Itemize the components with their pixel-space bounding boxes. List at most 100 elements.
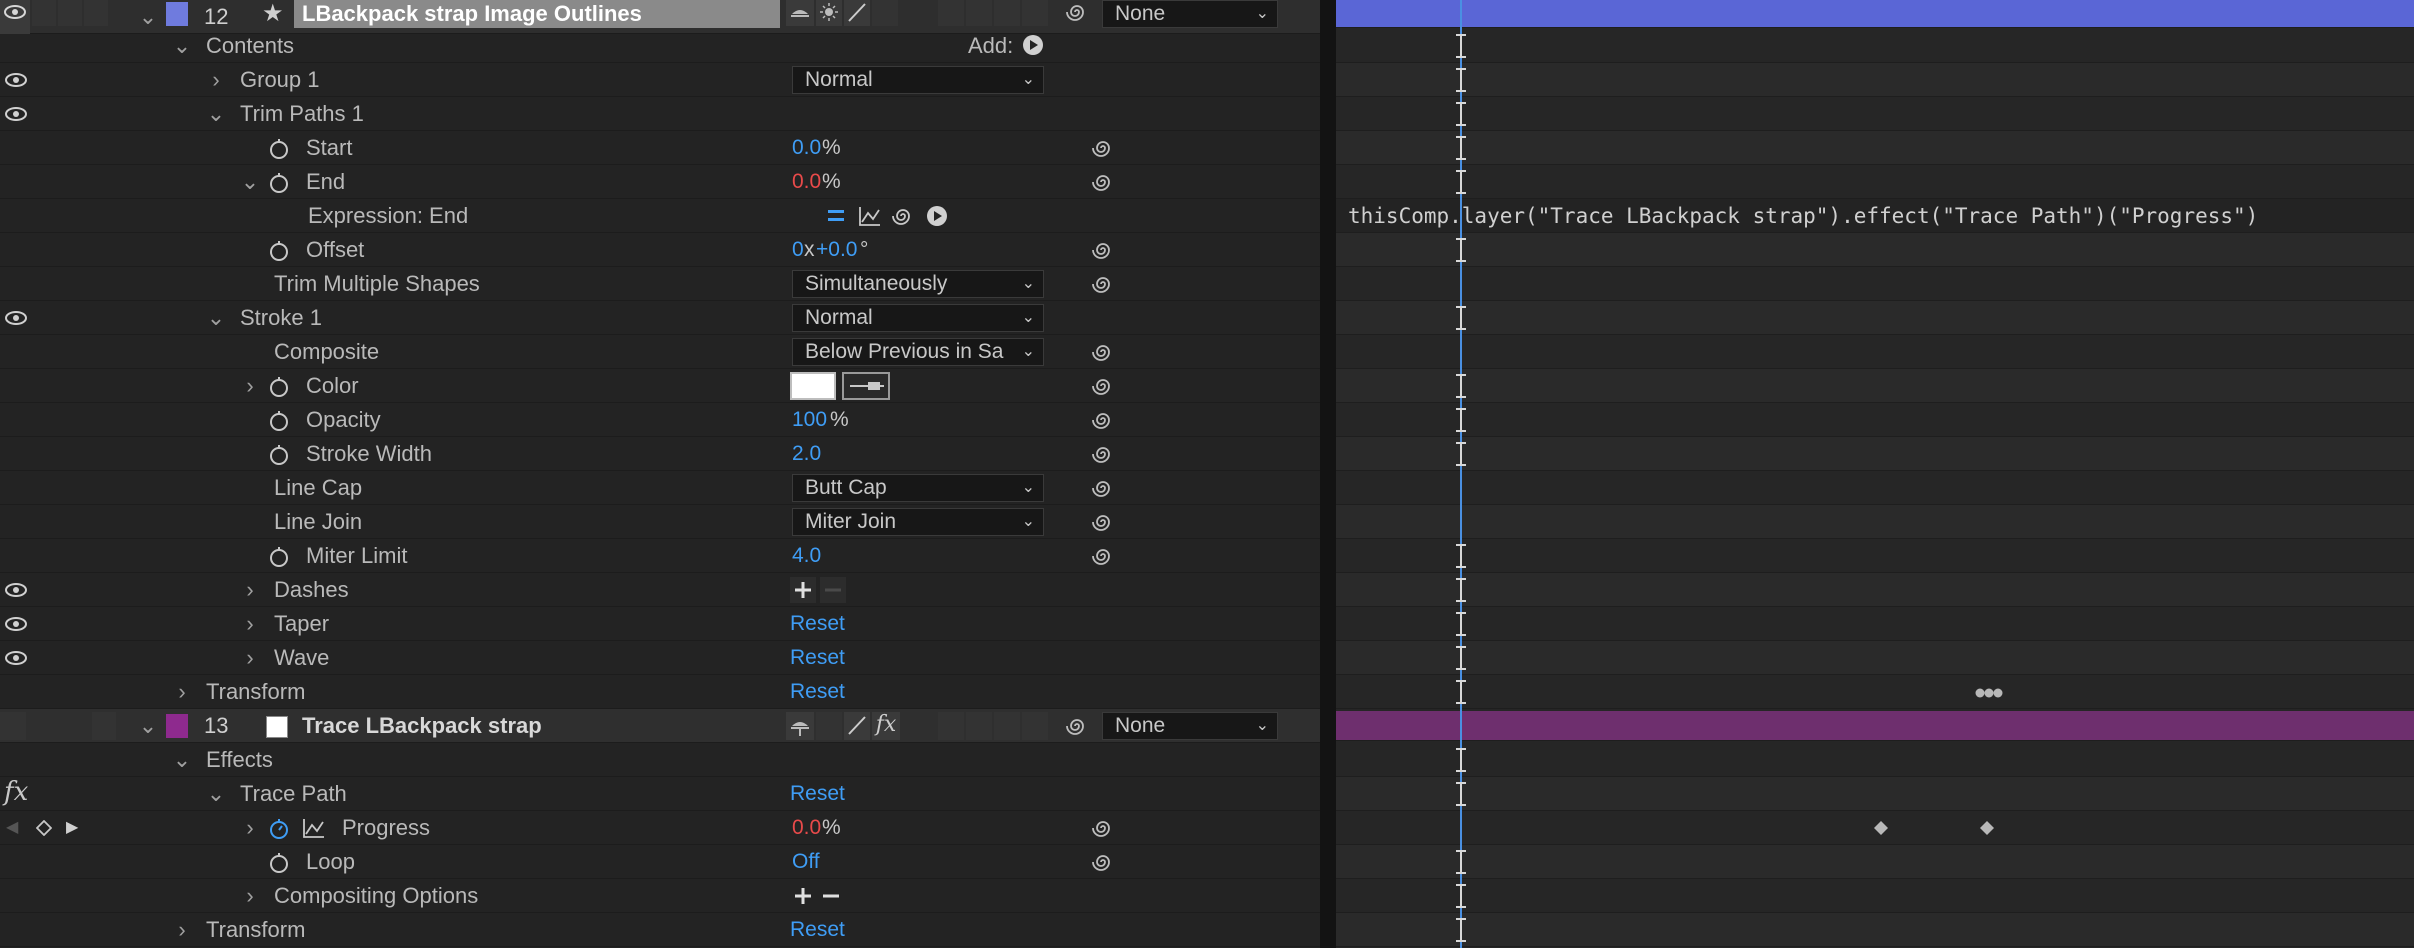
collapse-switch[interactable] [816, 712, 842, 740]
chevron-down-icon[interactable]: ⌄ [172, 29, 192, 63]
chevron-right-icon[interactable]: › [240, 811, 260, 845]
start-row[interactable]: Start 0.0 % [0, 131, 1320, 165]
loop-value[interactable]: Off [792, 845, 820, 879]
graph-editor-icon[interactable] [302, 817, 326, 839]
expression-enable-icon[interactable] [826, 207, 846, 225]
layer-row-13[interactable]: ⌄ 13 Trace LBackpack strap fx None ⌄ [0, 709, 1320, 743]
quality-slash-icon[interactable] [844, 712, 870, 740]
pickwhip-spiral-icon[interactable] [1090, 406, 1116, 434]
chevron-down-icon[interactable]: ⌄ [240, 165, 260, 199]
transform-reset-link[interactable]: Reset [790, 913, 845, 947]
pickwhip-spiral-icon[interactable] [1090, 270, 1116, 298]
offset-row[interactable]: Offset 0 x +0.0 ° [0, 233, 1320, 267]
miter-limit-row[interactable]: Miter Limit 4.0 [0, 539, 1320, 573]
stopwatch-icon[interactable] [268, 546, 290, 568]
group1-blend-dropdown[interactable]: Normal ⌄ [792, 66, 1044, 94]
line-join-dropdown[interactable]: Miter Join ⌄ [792, 508, 1044, 536]
expression-editor[interactable]: thisComp.layer("Trace LBackpack strap").… [1348, 199, 2258, 233]
group1-row[interactable]: › Group 1 Normal ⌄ [0, 63, 1320, 97]
visibility-eye-icon[interactable] [4, 301, 28, 335]
audio-toggle[interactable] [92, 712, 116, 740]
wave-reset-link[interactable]: Reset [790, 641, 845, 675]
trace-path-row[interactable]: fx ⌄ Trace Path Reset [0, 777, 1320, 811]
end-value[interactable]: 0.0 [792, 165, 821, 199]
progress-value[interactable]: 0.0 [792, 811, 821, 845]
parent-dropdown[interactable]: None ⌄ [1102, 712, 1278, 740]
expression-end-row[interactable]: Expression: End [0, 199, 1320, 233]
pickwhip-spiral-icon[interactable] [1090, 236, 1116, 264]
pickwhip-spiral-icon[interactable] [1064, 712, 1090, 740]
trim-paths-row[interactable]: ⌄ Trim Paths 1 [0, 97, 1320, 131]
line-join-row[interactable]: Line Join Miter Join ⌄ [0, 505, 1320, 539]
pickwhip-spiral-icon[interactable] [1090, 338, 1116, 366]
composite-dropdown[interactable]: Below Previous in Sa ⌄ [792, 338, 1044, 366]
stroke-width-value[interactable]: 2.0 [792, 437, 821, 471]
stopwatch-icon[interactable] [268, 852, 290, 874]
composite-row[interactable]: Composite Below Previous in Sa ⌄ [0, 335, 1320, 369]
motion-blur-switch[interactable] [966, 0, 992, 26]
prev-keyframe-icon[interactable]: ◀ [6, 811, 18, 845]
visibility-toggle[interactable] [0, 712, 26, 740]
chevron-down-icon[interactable]: ⌄ [138, 709, 158, 743]
pickwhip-spiral-icon[interactable] [1090, 440, 1116, 468]
chevron-down-icon[interactable]: ⌄ [206, 777, 226, 811]
add-dash-button[interactable] [790, 577, 816, 603]
remove-dash-button[interactable] [820, 577, 846, 603]
add-mask-button[interactable] [790, 883, 816, 909]
frame-blend-switch[interactable] [938, 712, 964, 740]
layer-bar-12[interactable] [1336, 0, 2414, 28]
frame-blend-switch[interactable] [938, 0, 964, 26]
add-menu-icon[interactable] [1022, 34, 1044, 56]
opacity-row[interactable]: Opacity 100 % [0, 403, 1320, 437]
color-swatch[interactable] [790, 372, 836, 400]
add-keyframe-diamond-icon[interactable] [36, 820, 52, 836]
stopwatch-icon[interactable] [268, 138, 290, 160]
taper-row[interactable]: › Taper Reset [0, 607, 1320, 641]
chevron-right-icon[interactable]: › [240, 641, 260, 675]
progress-row[interactable]: ◀ ▶ › Progress 0.0 % [0, 811, 1320, 845]
pickwhip-spiral-icon[interactable] [1090, 372, 1116, 400]
stopwatch-icon[interactable] [268, 172, 290, 194]
trim-multiple-row[interactable]: Trim Multiple Shapes Simultaneously ⌄ [0, 267, 1320, 301]
stopwatch-icon[interactable] [268, 240, 290, 262]
chevron-right-icon[interactable]: › [240, 369, 260, 403]
chevron-right-icon[interactable]: › [240, 573, 260, 607]
loop-row[interactable]: Loop Off [0, 845, 1320, 879]
end-row[interactable]: ⌄ End 0.0 % [0, 165, 1320, 199]
lock-toggle[interactable] [84, 0, 108, 26]
stopwatch-icon[interactable] [268, 444, 290, 466]
pickwhip-spiral-icon[interactable] [1090, 134, 1116, 162]
line-cap-row[interactable]: Line Cap Butt Cap ⌄ [0, 471, 1320, 505]
pickwhip-spiral-icon[interactable] [1090, 814, 1116, 842]
label-color-swatch[interactable] [166, 2, 188, 26]
miter-limit-value[interactable]: 4.0 [792, 539, 821, 573]
transform-row-13[interactable]: › Transform Reset [0, 913, 1320, 947]
3d-switch[interactable] [1022, 712, 1048, 740]
visibility-eye-icon[interactable] [4, 97, 28, 131]
collapse-switch-icon[interactable] [816, 0, 842, 26]
stroke-width-row[interactable]: Stroke Width 2.0 [0, 437, 1320, 471]
stopwatch-icon[interactable] [268, 376, 290, 398]
taper-reset-link[interactable]: Reset [790, 607, 845, 641]
solo-toggle[interactable] [58, 0, 82, 26]
transform-row-12[interactable]: › Transform Reset [0, 675, 1320, 709]
stopwatch-icon[interactable] [268, 410, 290, 432]
color-row[interactable]: › Color [0, 369, 1320, 403]
stopwatch-active-icon[interactable] [268, 818, 290, 840]
chevron-right-icon[interactable]: › [240, 607, 260, 641]
chevron-right-icon[interactable]: › [206, 63, 226, 97]
keyframe-diamond[interactable] [1980, 821, 1994, 835]
expression-language-menu-icon[interactable] [926, 205, 948, 227]
chevron-down-icon[interactable]: ⌄ [172, 743, 192, 777]
visibility-eye-icon[interactable] [4, 63, 28, 97]
compositing-options-row[interactable]: › Compositing Options [0, 879, 1320, 913]
visibility-eye-icon[interactable] [4, 573, 28, 607]
visibility-eye-icon[interactable] [4, 641, 28, 675]
stroke1-row[interactable]: ⌄ Stroke 1 Normal ⌄ [0, 301, 1320, 335]
timeline-panel[interactable]: thisComp.layer("Trace LBackpack strap").… [1336, 0, 2414, 948]
wave-row[interactable]: › Wave Reset [0, 641, 1320, 675]
line-cap-dropdown[interactable]: Butt Cap ⌄ [792, 474, 1044, 502]
next-keyframe-icon[interactable]: ▶ [66, 811, 78, 845]
eyedropper-button[interactable] [842, 372, 890, 400]
effects-fx-icon[interactable]: fx [872, 712, 900, 740]
